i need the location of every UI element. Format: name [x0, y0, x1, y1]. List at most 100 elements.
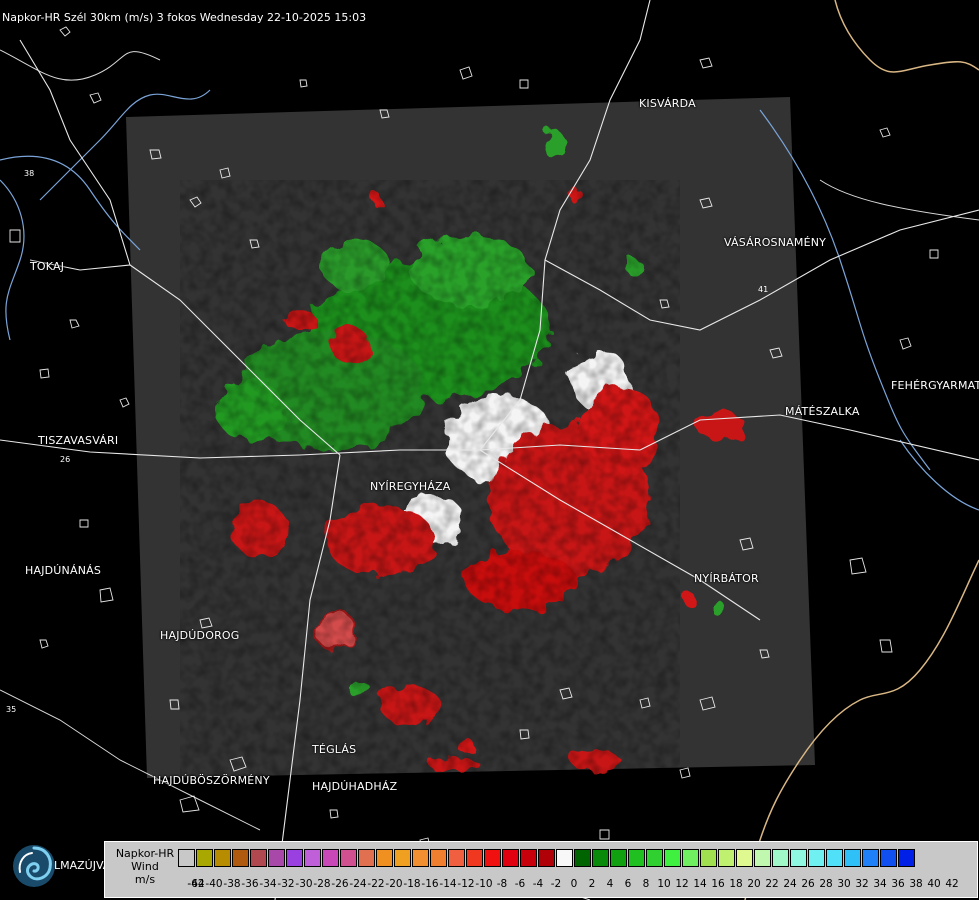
legend-tick-label: -16 [421, 878, 439, 890]
legend-swatch [880, 849, 897, 867]
legend-swatch [718, 849, 735, 867]
legend-swatch [268, 849, 285, 867]
legend-swatch [502, 849, 519, 867]
legend-tick-label: 14 [693, 878, 707, 890]
legend-swatch [376, 849, 393, 867]
legend-swatch [772, 849, 789, 867]
legend-tick-label: -38 [223, 878, 241, 890]
legend-ticks: -64 -42 -40 -38 -36 -34 -32 -30 -28 -26 -24 -22 -20-… [178, 878, 978, 892]
legend-caption: Napkor-HR Wind m/s [109, 847, 181, 886]
legend-swatch [304, 849, 321, 867]
road-label: 38 [24, 169, 34, 178]
legend-tick-label: 18 [729, 878, 743, 890]
legend-swatch [448, 849, 465, 867]
legend-swatch [340, 849, 357, 867]
legend-swatch [754, 849, 771, 867]
city-label-teglas: TÉGLÁS [312, 743, 357, 756]
legend-tick-label: 22 [765, 878, 779, 890]
legend-tick-label: -42 [187, 878, 205, 890]
legend-swatch [520, 849, 537, 867]
legend-swatch [538, 849, 555, 867]
swirl-icon [13, 845, 55, 887]
legend-swatch [574, 849, 591, 867]
legend-swatch [610, 849, 627, 867]
legend-swatch [862, 849, 879, 867]
legend-tick-label: -22 [367, 878, 385, 890]
legend-swatch [826, 849, 843, 867]
legend-swatch [628, 849, 645, 867]
legend-caption-line: Wind [131, 860, 159, 873]
legend-swatch [232, 849, 249, 867]
legend-tick-label: -26 [331, 878, 349, 890]
legend-tick-label: 4 [606, 878, 614, 890]
legend-swatch [898, 849, 915, 867]
legend-tick-label: -4 [532, 878, 544, 890]
city-label-nyirbator: NYÍRBÁTOR [694, 572, 759, 585]
legend-swatch [790, 849, 807, 867]
legend-swatch [682, 849, 699, 867]
legend-swatch [556, 849, 573, 867]
city-label-hajdunanas: HAJDÚNÁNÁS [25, 564, 102, 577]
legend-tick-label: 0 [570, 878, 578, 890]
city-label-kisvarda: KISVÁRDA [639, 97, 696, 110]
legend-caption-line: Napkor-HR [115, 847, 175, 860]
color-legend: Napkor-HR Wind m/s -64 -42 -40 -38 -36 -34 -32… [104, 841, 978, 898]
legend-tick-label: 28 [819, 878, 833, 890]
legend-tick-label: 2 [588, 878, 596, 890]
legend-tick-label: 12 [675, 878, 689, 890]
city-label-tokaj: TOKAJ [30, 260, 65, 273]
legend-tick-label: -6 [514, 878, 526, 890]
legend-tick-label: 20 [747, 878, 761, 890]
city-label-tiszavasvari: TISZAVASVÁRI [38, 434, 119, 447]
legend-swatch [394, 849, 411, 867]
legend-swatch [844, 849, 861, 867]
legend-swatch [808, 849, 825, 867]
legend-tick-label: -36 [241, 878, 259, 890]
legend-swatch [430, 849, 447, 867]
legend-swatch [412, 849, 429, 867]
legend-tick-label: 42 [945, 878, 959, 890]
city-label-vasarosnameny: VÁSÁROSNAMÉNY [724, 236, 827, 249]
legend-tick-label: 10 [657, 878, 671, 890]
legend-tick-label: -20 [385, 878, 403, 890]
legend-swatch [358, 849, 375, 867]
legend-tick-label: -10 [475, 878, 493, 890]
legend-tick-label: 38 [909, 878, 923, 890]
legend-swatch [646, 849, 663, 867]
legend-swatch [250, 849, 267, 867]
legend-swatch [484, 849, 501, 867]
legend-swatch [700, 849, 717, 867]
legend-tick-label: 16 [711, 878, 725, 890]
legend-tick-label: 26 [801, 878, 815, 890]
legend-caption-line: m/s [134, 873, 156, 886]
legend-tick-label: 40 [927, 878, 941, 890]
legend-tick-label: -12 [457, 878, 475, 890]
city-label-mateszalka: MÁTÉSZALKA [785, 405, 860, 418]
legend-swatch [664, 849, 681, 867]
legend-swatch [196, 849, 213, 867]
road-label: 41 [758, 285, 768, 294]
road-label: 26 [60, 455, 70, 464]
legend-tick-label: -32 [277, 878, 295, 890]
legend-swatch [286, 849, 303, 867]
legend-tick-label: -24 [349, 878, 367, 890]
map-title: Napkor-HR Szél 30km (m/s) 3 fokos Wednes… [2, 11, 367, 24]
legend-swatch [178, 849, 195, 867]
legend-tick-label: -18 [403, 878, 421, 890]
city-label-hajdudorog: HAJDÚDOROG [160, 629, 240, 642]
legend-tick-label: -2 [550, 878, 562, 890]
city-label-fehergyarmat: FEHÉRGYARMAT [891, 379, 979, 392]
legend-tick-label: -30 [295, 878, 313, 890]
legend-tick-label: -40 [205, 878, 223, 890]
radar-map: 38 35 26 41 [0, 0, 979, 900]
city-label-hajduboszormeny: HAJDÚBÖSZÖRMÉNY [153, 774, 270, 787]
legend-swatch [736, 849, 753, 867]
legend-swatch [466, 849, 483, 867]
legend-tick-label: 36 [891, 878, 905, 890]
legend-tick-label: 34 [873, 878, 887, 890]
legend-swatch [322, 849, 339, 867]
city-label-hajduhadhaz: HAJDÚHADHÁZ [312, 780, 398, 793]
legend-tick-label: -34 [259, 878, 277, 890]
road-label: 35 [6, 705, 16, 714]
legend-tick-label: 30 [837, 878, 851, 890]
